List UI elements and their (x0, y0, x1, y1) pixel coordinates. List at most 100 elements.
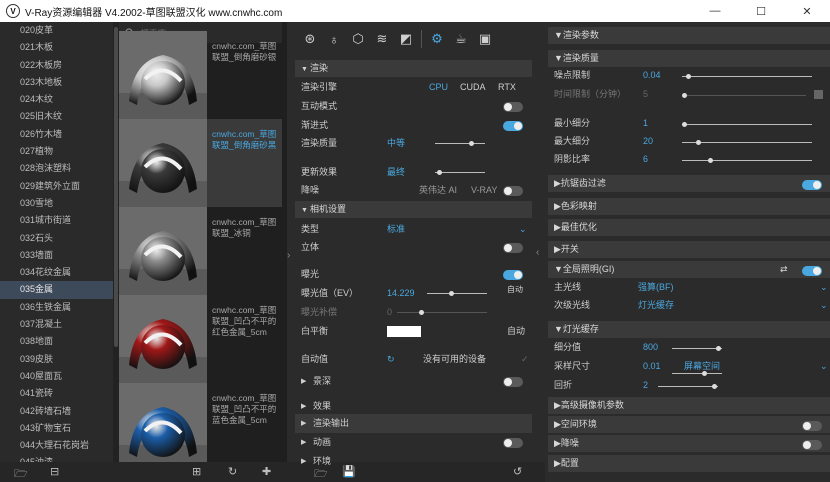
update-slider-handle[interactable] (437, 170, 442, 175)
exposure-toggle[interactable] (503, 269, 523, 280)
chevron-down-icon[interactable]: ⌄ (820, 279, 828, 296)
right-denoise-section[interactable]: ▶降噪 (548, 435, 830, 452)
right-denoise-toggle[interactable] (802, 439, 822, 450)
quality-section[interactable]: ▼渲染质量 (548, 50, 830, 67)
engine-option[interactable]: CUDA (460, 78, 486, 97)
advanced-camera-section[interactable]: ▶高级摄像机参数 (548, 397, 830, 414)
aa-toggle[interactable] (802, 179, 822, 190)
dof-toggle[interactable] (503, 376, 523, 387)
collapsed-section[interactable]: ▶ 渲染输出 (295, 414, 532, 433)
stereo-toggle[interactable] (503, 242, 523, 253)
gi-toggle[interactable] (802, 265, 822, 276)
retrace-slider[interactable] (658, 384, 718, 389)
subdiv-slider-handle[interactable] (716, 346, 721, 351)
min-sub-slider-handle[interactable] (682, 122, 687, 127)
category-item[interactable]: 030雪地 (0, 195, 113, 212)
denoise-toggle[interactable] (503, 185, 523, 196)
grid-view-icon[interactable]: ⊟ (50, 465, 59, 478)
retrace-slider-handle[interactable] (712, 384, 717, 389)
quality-slider[interactable] (435, 141, 485, 146)
update-slider[interactable] (435, 170, 485, 175)
wb-auto-label[interactable]: 自动 (507, 322, 525, 341)
thumbnail-view-icon[interactable]: ⊞ (192, 465, 201, 478)
category-item[interactable]: 023木地板 (0, 74, 113, 91)
optimization-section[interactable]: ▶最佳优化 (548, 219, 830, 236)
engine-option[interactable]: RTX (498, 78, 516, 97)
category-item[interactable]: 024木纹 (0, 91, 113, 108)
comp-slider[interactable] (397, 310, 487, 315)
time-slider[interactable] (682, 93, 806, 98)
material-item[interactable]: cnwhc.com_草图联盟_冰铜 (119, 207, 282, 295)
config-section[interactable]: ▶配置 (548, 455, 830, 472)
category-item[interactable]: 034花纹金属 (0, 264, 113, 281)
shadow-slider-handle[interactable] (708, 158, 713, 163)
light-cache-section[interactable]: ▼灯光缓存 (548, 321, 830, 338)
environment-toggle[interactable] (802, 420, 822, 431)
noise-slider[interactable] (682, 74, 812, 79)
refresh-icon[interactable]: ↻ (387, 350, 395, 369)
subdiv-slider[interactable] (672, 346, 722, 351)
material-item[interactable]: cnwhc.com_草图联盟_倒角磨砂银 (119, 31, 282, 119)
camera-section[interactable]: ▼ 相机设置 (295, 201, 532, 218)
interactive-toggle[interactable] (503, 101, 523, 112)
cube-icon[interactable]: ⬡ (349, 30, 367, 48)
close-button[interactable]: ✕ (784, 0, 830, 22)
comp-slider-handle[interactable] (419, 310, 424, 315)
render-params-section[interactable]: ▼渲染参数 (548, 27, 830, 44)
material-item[interactable]: cnwhc.com_草图联盟_凹凸不平的红色金属_5cm (119, 295, 282, 383)
collapsed-section[interactable]: ▶ 环境 (295, 452, 532, 471)
color-mapping-section[interactable]: ▶色彩映射 (548, 198, 830, 215)
collapsed-section[interactable]: ▶ 动画 (295, 433, 532, 452)
max-sub-slider[interactable] (682, 140, 812, 145)
category-item[interactable]: 038地面 (0, 333, 113, 350)
material-item[interactable]: cnwhc.com_草图联盟_倒角磨砂黑 (119, 119, 282, 207)
noise-slider-handle[interactable] (686, 74, 691, 79)
ev-auto-label[interactable]: 自动 (507, 285, 523, 294)
category-item[interactable]: 025旧木纹 (0, 108, 113, 125)
teapot-icon[interactable]: ☕ (452, 30, 470, 48)
maximize-button[interactable]: ☐ (738, 0, 784, 22)
sample-slider[interactable] (672, 371, 722, 376)
shadow-slider[interactable] (682, 158, 812, 163)
ev-slider-handle[interactable] (449, 291, 454, 296)
category-item[interactable]: 042砖墙石墙 (0, 403, 113, 420)
collapse-left-icon[interactable]: › (287, 250, 295, 261)
render-section[interactable]: ▼ 渲染 (295, 60, 532, 77)
time-slider-handle[interactable] (682, 93, 687, 98)
sample-slider-handle[interactable] (702, 371, 707, 376)
category-item[interactable]: 037混凝土 (0, 316, 113, 333)
material-thumbnail[interactable] (119, 119, 207, 207)
category-item[interactable]: 041瓷砖 (0, 385, 113, 402)
refresh-icon[interactable]: ↻ (228, 465, 237, 478)
category-item[interactable]: 035金属 (0, 281, 113, 299)
sphere-grid-icon[interactable]: ⊛ (301, 30, 319, 48)
texture-icon[interactable]: ◩ (397, 30, 415, 48)
category-item[interactable]: 045油漆 (0, 454, 113, 462)
animation-toggle[interactable] (503, 437, 523, 448)
denoise-option[interactable]: 英伟达 AI (419, 181, 457, 200)
category-item[interactable]: 032石头 (0, 230, 113, 247)
ev-slider[interactable] (427, 291, 487, 296)
time-box[interactable] (814, 90, 823, 99)
adjust-icon[interactable]: ⇄ (780, 261, 788, 278)
engine-option[interactable]: CPU (429, 78, 448, 97)
collapse-mid-icon[interactable]: ‹ (536, 247, 539, 258)
category-item[interactable]: 044大理石花岗岩 (0, 437, 113, 454)
chevron-down-icon[interactable]: ⌄ (519, 220, 527, 239)
category-item[interactable]: 021木板 (0, 39, 113, 56)
bulb-icon[interactable]: ♁ (325, 30, 343, 48)
environment-section[interactable]: ▶空间环境 (548, 416, 830, 433)
frame-icon[interactable]: ▣ (476, 30, 494, 48)
category-item[interactable]: 027植物 (0, 143, 113, 160)
material-thumbnail[interactable] (119, 207, 207, 295)
chevron-down-icon[interactable]: ⌄ (820, 297, 828, 314)
min-sub-slider[interactable] (682, 122, 812, 127)
category-item[interactable]: 026竹木墙 (0, 126, 113, 143)
category-item[interactable]: 036生铁金属 (0, 299, 113, 316)
gear-icon[interactable]: ⚙ (428, 30, 446, 48)
gi-section[interactable]: ▼全局照明(GI) ⇄ (548, 261, 830, 278)
category-item[interactable]: 031城市街道 (0, 212, 113, 229)
category-item[interactable]: 029建筑外立面 (0, 178, 113, 195)
progressive-toggle[interactable] (503, 120, 523, 131)
category-item[interactable]: 043矿物宝石 (0, 420, 113, 437)
